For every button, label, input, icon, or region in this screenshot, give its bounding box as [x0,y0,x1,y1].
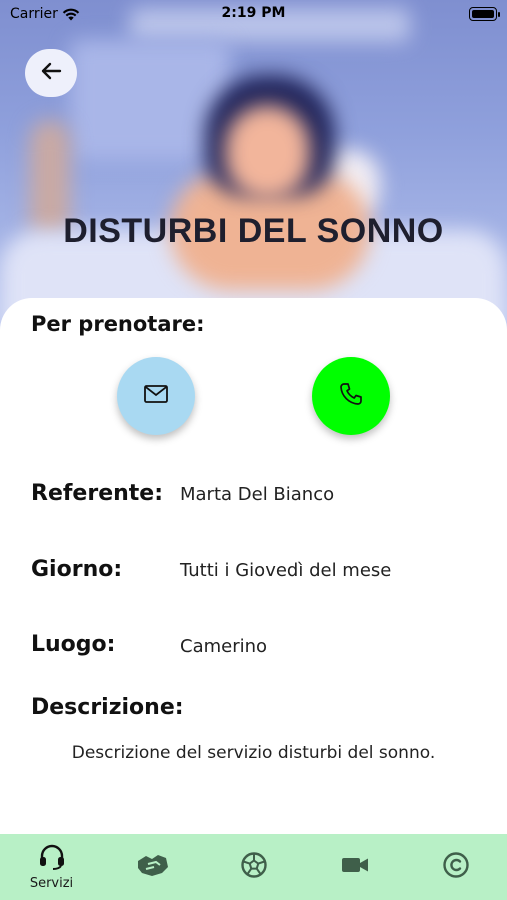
hero-banner [0,0,507,330]
luogo-label: Luogo: [31,632,116,657]
arrow-left-icon [40,62,62,84]
phone-icon [338,381,364,411]
tab-video[interactable] [304,834,405,900]
luogo-value: Camerino [180,636,268,657]
bottom-tab-bar: Servizi [0,834,507,900]
tab-sport[interactable] [203,834,304,900]
page-title: DISTURBI DEL SONNO [63,212,444,250]
handshake-icon [136,851,170,883]
giorno-value: Tutti i Giovedì del mese [180,560,392,581]
email-button[interactable] [117,357,195,435]
phone-button[interactable] [312,357,390,435]
battery-icon [469,7,500,21]
tab-servizi[interactable]: Servizi [1,834,102,900]
tab-credits[interactable] [405,834,506,900]
video-camera-icon [341,855,369,879]
status-bar: Carrier 2:19 PM [0,0,507,28]
descrizione-label: Descrizione: [31,695,184,720]
hero-image-person-face [225,105,310,200]
referente-value: Marta Del Bianco [180,484,335,505]
referente-label: Referente: [31,481,164,506]
giorno-label: Giorno: [31,557,123,582]
envelope-icon [143,384,169,408]
description-text: Descrizione del servizio disturbi del so… [71,743,436,763]
soccer-ball-icon [240,851,268,883]
tab-servizi-label: Servizi [29,875,74,891]
tab-collaborations[interactable] [102,834,203,900]
booking-label: Per prenotare: [31,312,205,336]
headset-icon [37,844,67,874]
back-button[interactable] [25,49,77,97]
copyright-icon [442,851,470,883]
clock-time: 2:19 PM [221,5,286,21]
